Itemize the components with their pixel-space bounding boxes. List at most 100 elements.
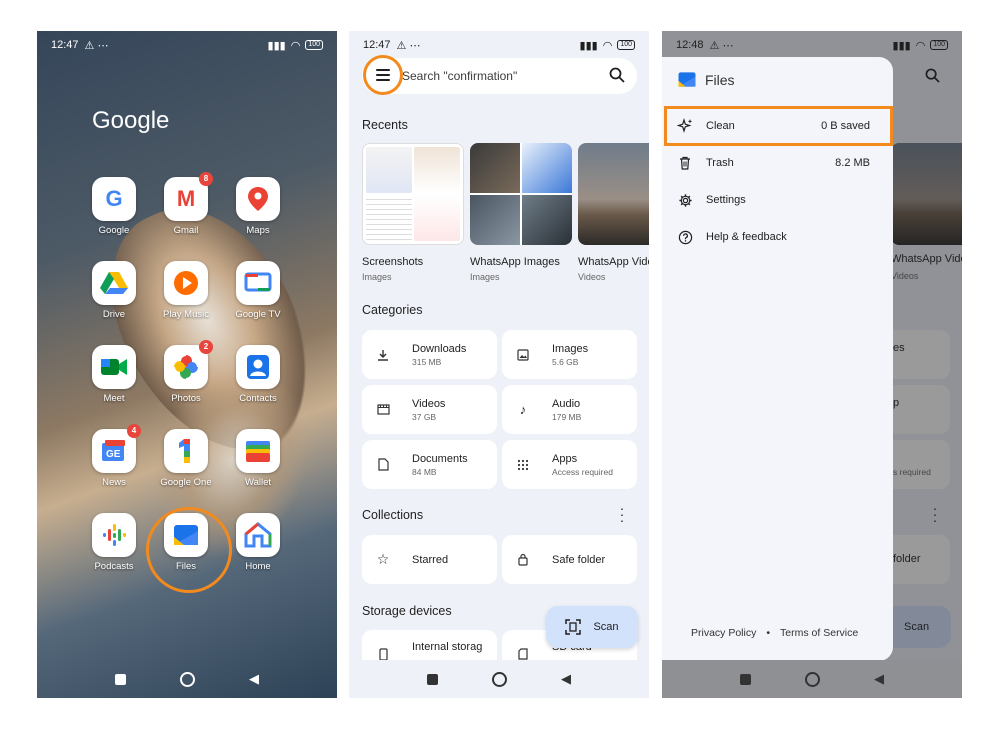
app-label: Contacts — [239, 393, 277, 404]
category-apps[interactable]: Apps Access required — [502, 440, 637, 489]
app-gmail[interactable]: M8 Gmail — [155, 172, 217, 236]
category-detail: 179 MB — [552, 411, 582, 422]
highlight-box — [664, 106, 893, 146]
app-home[interactable]: Home — [227, 513, 289, 572]
highlight-circle — [146, 507, 232, 593]
recents-button[interactable] — [740, 673, 751, 685]
terms-of-service-link[interactable]: Terms of Service — [780, 627, 858, 639]
files-logo-icon — [678, 72, 696, 87]
app-label: Home — [245, 561, 271, 572]
recent-name: Screenshots — [362, 256, 424, 268]
recents-button[interactable] — [427, 673, 438, 685]
app-photos[interactable]: 2 Photos — [155, 340, 217, 404]
home-button[interactable] — [805, 671, 820, 687]
notification-badge: 8 — [199, 172, 213, 186]
wifi-icon: ◠ — [290, 39, 301, 52]
nav-bar: ◀ — [37, 660, 337, 698]
app-label: Meet — [103, 393, 125, 404]
app-drive[interactable]: Drive — [83, 261, 145, 320]
collection-safe-folder[interactable]: Safe folder — [502, 535, 637, 584]
lock-icon — [516, 553, 530, 567]
recent-item[interactable]: WhatsApp Vide Videos — [578, 143, 649, 282]
category-downloads[interactable]: Downloads 315 MB — [362, 330, 497, 379]
more-options-icon[interactable]: · · · — [617, 501, 627, 527]
status-bar: 12:47 ⚠ ⋯ ▮▮▮ ◠ 100 — [37, 31, 337, 59]
notification-badge: 4 — [127, 424, 141, 438]
storage-name: Internal storag — [412, 641, 483, 653]
status-bar: 12:47 ⚠ ⋯ ▮▮▮ ◠ 100 — [349, 31, 649, 59]
folder-title: Google — [92, 107, 170, 134]
search-placeholder: Search "confirmation" — [402, 69, 518, 83]
recent-type: Videos — [578, 272, 606, 282]
status-time: 12:48 — [676, 39, 704, 51]
app-wallet[interactable]: Wallet — [227, 429, 289, 488]
recent-type: Images — [362, 272, 392, 282]
category-name: Videos — [412, 397, 446, 410]
category-images[interactable]: Images 5.6 GB — [502, 330, 637, 379]
collection-starred[interactable]: ☆ Starred — [362, 535, 497, 584]
recent-thumbnail — [362, 143, 464, 245]
category-documents[interactable]: Documents 84 MB — [362, 440, 497, 489]
app-google[interactable]: G Google — [83, 177, 145, 236]
recent-type: Images — [470, 272, 500, 282]
app-google-one[interactable]: Google One — [155, 429, 217, 488]
status-time: 12:47 — [363, 39, 391, 51]
drawer-item-label: Settings — [706, 194, 746, 206]
music-note-icon: ♪ — [519, 402, 527, 417]
category-videos[interactable]: Videos 37 GB — [362, 385, 497, 434]
back-button[interactable]: ◀ — [561, 671, 571, 687]
app-news[interactable]: GE 4 News — [83, 424, 145, 488]
scan-button[interactable]: Scan — [546, 606, 638, 648]
app-maps[interactable]: Maps — [227, 177, 289, 236]
recents-button[interactable] — [115, 673, 126, 685]
drawer-item-value: 8.2 MB — [835, 157, 870, 169]
app-google-tv[interactable]: Google TV — [227, 261, 289, 320]
drawer-item-settings[interactable]: Settings — [677, 188, 882, 212]
app-label: Wallet — [244, 477, 272, 488]
home-button[interactable] — [180, 671, 195, 687]
navigation-drawer: Files Clean 0 B saved Trash 8.2 MB Setti… — [662, 57, 893, 661]
app-label: Google One — [160, 477, 212, 488]
app-label: News — [102, 477, 126, 488]
search-icon[interactable] — [609, 67, 625, 83]
gmail-icon: M8 — [164, 172, 213, 221]
status-time: 12:47 — [51, 39, 79, 51]
apps-grid-icon — [516, 458, 530, 472]
home-button[interactable] — [492, 671, 507, 687]
recent-item[interactable]: WhatsApp Images Images — [470, 143, 572, 282]
news-icon: GE 4 — [92, 424, 141, 473]
app-play-music[interactable]: Play Music — [155, 261, 217, 320]
back-button[interactable]: ◀ — [249, 671, 259, 687]
podcasts-icon — [92, 513, 136, 557]
back-button[interactable]: ◀ — [874, 671, 884, 687]
signal-icon: ▮▮▮ — [267, 39, 286, 52]
trash-icon — [677, 155, 693, 171]
category-detail: Access required — [552, 466, 613, 477]
signal-icon: ▮▮▮ — [892, 39, 911, 52]
battery-icon: 100 — [305, 40, 323, 50]
recent-name: WhatsApp Images — [470, 256, 560, 268]
drawer-item-help[interactable]: Help & feedback — [677, 225, 882, 249]
recent-thumbnail — [470, 143, 572, 245]
search-icon — [925, 68, 940, 83]
app-meet[interactable]: Meet — [83, 345, 145, 404]
search-bar[interactable]: Search "confirmation" — [362, 58, 637, 94]
collection-name: Safe folder — [552, 553, 606, 566]
highlight-circle — [363, 55, 403, 95]
privacy-policy-link[interactable]: Privacy Policy — [691, 627, 756, 639]
image-icon — [516, 348, 530, 362]
category-audio[interactable]: ♪ Audio 179 MB — [502, 385, 637, 434]
tv-icon — [236, 261, 280, 305]
recent-name: WhatsApp Vide — [578, 256, 649, 268]
download-icon — [376, 348, 390, 362]
drawer-item-trash[interactable]: Trash 8.2 MB — [677, 151, 882, 175]
app-podcasts[interactable]: Podcasts — [83, 513, 145, 572]
video-icon — [376, 403, 390, 417]
play-music-icon — [164, 261, 208, 305]
wallet-icon — [236, 429, 280, 473]
system-icons: ▮▮▮ ◠ 100 — [893, 39, 948, 52]
app-label: Google TV — [235, 309, 281, 320]
recent-item[interactable]: Screenshots Images — [362, 143, 464, 282]
app-contacts[interactable]: Contacts — [227, 345, 289, 404]
home-screen-phone: 12:47 ⚠ ⋯ ▮▮▮ ◠ 100 Google G Google M8 G… — [37, 31, 337, 698]
